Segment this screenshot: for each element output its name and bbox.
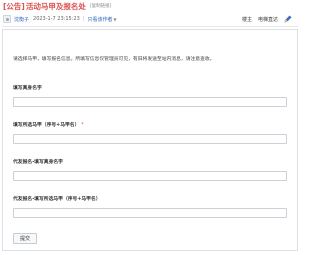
copy-link-button[interactable]: [复制链接]	[90, 3, 112, 9]
post-meta-row: 沈衡子 2023-1-7 23:15:23 | 只看该作者▼ 楼主 电梯直达	[0, 13, 300, 25]
signup-form: 请选择马甲，填写报名信息。所填写信息仅管理员可见，有旧将发送至站内消息，请注意查…	[2, 29, 298, 251]
chevron-down-icon: ▼	[113, 16, 117, 22]
proxy-real-name-input[interactable]	[13, 171, 287, 181]
pen-icon-svg	[284, 15, 292, 23]
field-label-proxy-name-text: 代友报名-填写真身名字	[13, 160, 63, 165]
jump-to-floor-button[interactable]: 电梯直达	[258, 16, 278, 23]
required-mark: *	[81, 123, 84, 128]
post-title: 活动马甲及报名处	[25, 1, 86, 11]
header-divider	[2, 26, 298, 27]
avatar-icon[interactable]	[3, 15, 11, 23]
field-label-proxy-vest: 代友报名-填写所选马甲（序号+马甲名）	[13, 195, 101, 202]
view-author-only-link[interactable]: 只看该作者▼	[87, 16, 116, 23]
form-intro: 请选择马甲，填写报名信息。所填写信息仅管理员可见，有旧将发送至站内消息，请注意查…	[13, 57, 215, 62]
meta-separator: |	[82, 16, 85, 22]
view-author-only-label: 只看该作者	[87, 16, 113, 23]
real-name-input[interactable]	[13, 97, 287, 107]
proxy-vest-input[interactable]	[13, 208, 287, 218]
post-title-row: [公告] 活动马甲及报名处 [复制链接]	[0, 0, 300, 12]
vest-input[interactable]	[13, 134, 287, 144]
field-label-vest-text: 填写所选马甲（序号+马甲名）	[13, 123, 80, 128]
floor-label: 楼主	[241, 16, 252, 23]
field-label-vest: 填写所选马甲（序号+马甲名） *	[13, 121, 84, 128]
author-name[interactable]: 沈衡子	[14, 16, 29, 23]
meta-right-group: 楼主 电梯直达	[242, 13, 292, 25]
post-tag: [公告]	[3, 1, 25, 11]
post-timestamp: 2023-1-7 23:15:23	[33, 16, 80, 22]
pen-icon[interactable]	[284, 15, 292, 23]
field-label-real-name: 填写真身名字	[13, 84, 42, 91]
field-label-proxy-vest-text: 代友报名-填写所选马甲（序号+马甲名）	[13, 197, 101, 202]
field-label-proxy-name: 代友报名-填写真身名字	[13, 158, 63, 165]
field-label-real-name-text: 填写真身名字	[13, 86, 42, 91]
submit-button[interactable]: 提交	[13, 233, 37, 244]
